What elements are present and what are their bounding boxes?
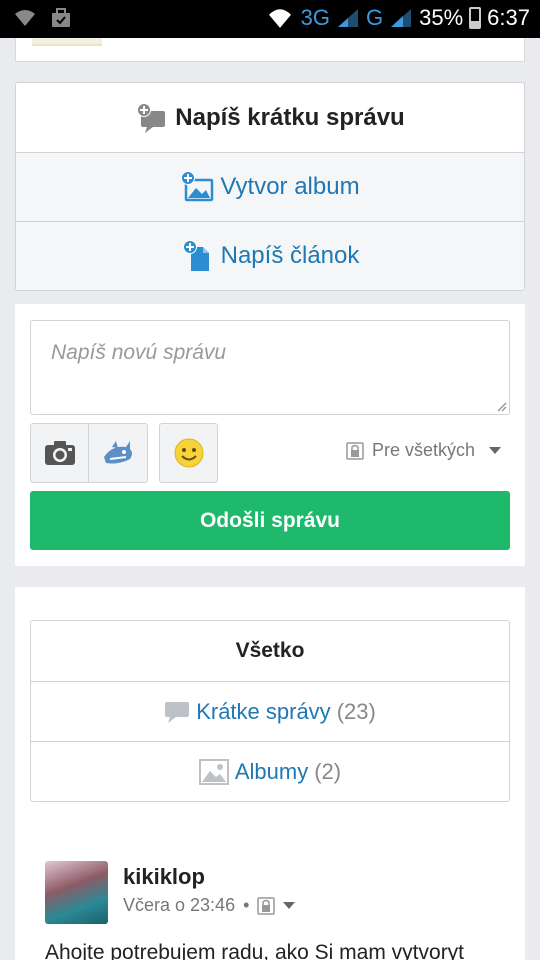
meta-separator: • [243,895,250,915]
post-text: Ahojte potrebujem radu, ako Si mam vytvo… [45,941,465,960]
filter-count: (23) [336,698,376,724]
camera-icon [44,441,75,465]
emoji-button[interactable] [159,423,218,483]
add-photo-button[interactable] [30,423,89,483]
post-meta: Včera o 23:46 • [123,895,296,916]
feed: Všetko Krátke správy (23) Albumy (2) kik… [15,587,525,960]
shark-sticker-icon [104,441,132,464]
filter-label: Albumy [234,758,309,784]
thumbnail [32,38,102,46]
briefcase-check-icon [52,8,70,27]
write-article-action[interactable]: Napíš článok [16,221,524,290]
attachment-buttons [30,423,148,483]
filter-albums[interactable]: Albumy (2) [31,741,509,801]
status-bar: 3G G 35% 6:37 [0,0,540,38]
message-input[interactable]: Napíš novú správu [30,320,510,415]
wifi-question-icon [15,10,35,26]
add-sticker-button[interactable] [89,423,148,483]
smiley-icon [174,438,203,468]
add-image-icon [181,171,214,202]
action-label: Vytvor album [220,173,360,200]
privacy-label: Pre všetkých [371,440,475,460]
action-label: Napíš krátku správu [175,103,405,131]
chevron-down-icon[interactable] [283,902,296,909]
previous-card [15,38,525,62]
filter-label: Krátke správy [196,698,331,724]
network-type-g: G [366,5,384,30]
add-comment-icon [137,102,166,133]
add-document-icon [182,240,209,271]
battery-icon [469,7,482,29]
post-time[interactable]: Včera o 23:46 [123,895,235,916]
feed-filters: Všetko Krátke správy (23) Albumy (2) [30,620,510,802]
signal-icon [338,9,358,27]
send-button[interactable]: Odošli správu [30,491,510,550]
comment-icon [165,701,190,723]
avatar[interactable] [45,861,108,924]
privacy-selector[interactable]: Pre všetkých [346,440,501,461]
create-album-action[interactable]: Vytvor album [16,152,524,221]
network-type-3g: 3G [300,5,330,30]
clock: 6:37 [487,5,530,30]
lock-icon [346,441,364,460]
message-placeholder: Napíš novú správu [51,341,227,364]
battery-percent: 35% [419,5,464,30]
resize-handle-icon[interactable] [495,400,507,412]
chevron-down-icon [489,447,501,454]
filter-label: Všetko [235,639,305,662]
action-label: Napíš článok [220,242,360,269]
image-icon [198,758,229,785]
signal-icon [391,9,412,27]
composer: Napíš novú správu Pre všetkých Odošli sp… [15,304,525,566]
wifi-icon [268,9,291,28]
filter-count: (2) [314,758,342,784]
action-menu: Napíš krátku správu Vytvor album Napíš č… [15,82,525,291]
filter-all[interactable]: Všetko [31,621,509,681]
filter-short-messages[interactable]: Krátke správy (23) [31,681,509,741]
lock-icon[interactable] [257,896,276,915]
post-author[interactable]: kikiklop [123,864,205,890]
write-short-message-action[interactable]: Napíš krátku správu [16,83,524,152]
